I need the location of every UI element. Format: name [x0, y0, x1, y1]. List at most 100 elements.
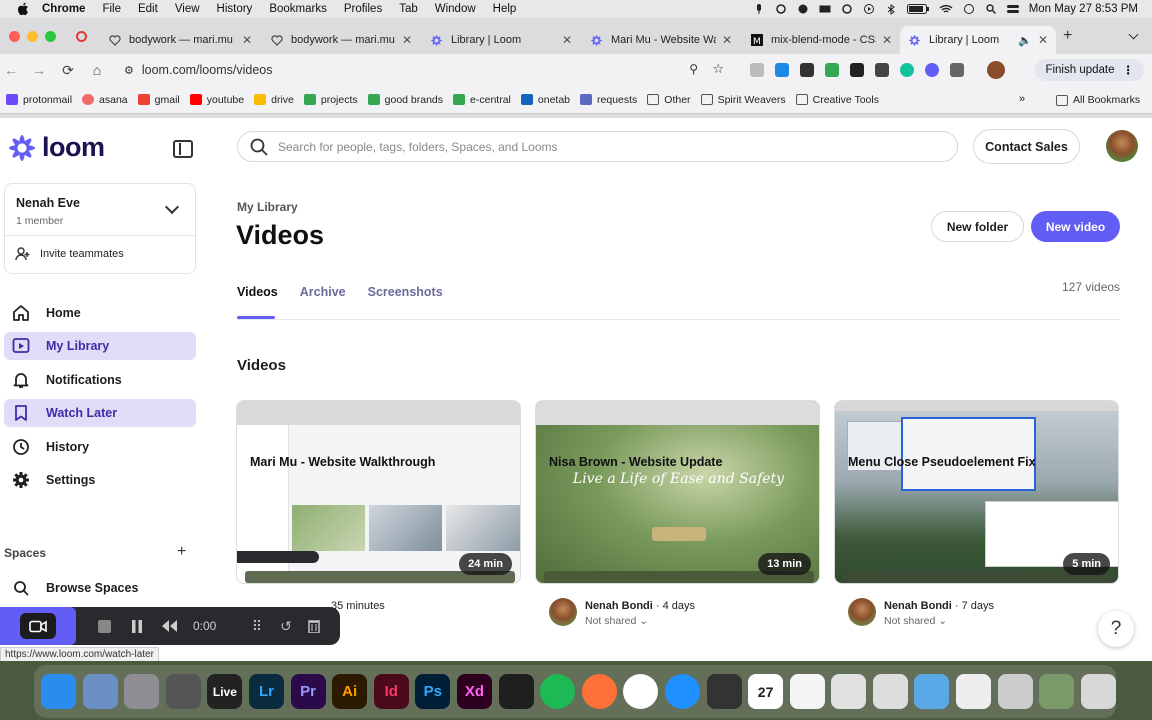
dock-premiere-icon[interactable]: Pr	[290, 674, 326, 709]
new-tab-button[interactable]: +	[1063, 27, 1072, 45]
bookmark-folder-spirit-weavers[interactable]: Spirit Weavers	[700, 94, 786, 106]
dock-indesign-icon[interactable]: Id	[373, 674, 409, 709]
dock-after-effects-icon[interactable]: Xd	[456, 674, 492, 709]
video-title[interactable]: Nisa Brown - Website Update	[549, 455, 722, 469]
site-settings-icon[interactable]: ⚙	[124, 64, 134, 77]
menu-history[interactable]: History	[217, 3, 253, 15]
sheets-extension-icon[interactable]	[825, 63, 839, 77]
bookmarks-overflow-icon[interactable]: »	[1019, 93, 1025, 105]
dock-spotify-icon[interactable]	[540, 674, 576, 709]
bookmark-onetab[interactable]: onetab	[520, 94, 570, 106]
avatar[interactable]	[1106, 130, 1138, 162]
dock-trash-icon[interactable]	[1080, 674, 1116, 709]
dock-finder-icon[interactable]	[41, 674, 76, 709]
dock-utilities-icon[interactable]	[997, 674, 1033, 709]
minimize-window-button[interactable]	[27, 31, 38, 42]
forward-button[interactable]: →	[30, 61, 48, 79]
zoom-window-button[interactable]	[45, 31, 56, 42]
bookmark-folder-creative-tools[interactable]: Creative Tools	[795, 94, 879, 106]
close-window-button[interactable]	[9, 31, 20, 42]
close-tab-icon[interactable]: ✕	[1038, 33, 1048, 47]
menu-window[interactable]: Window	[435, 3, 476, 15]
breadcrumb[interactable]: My Library	[237, 200, 298, 214]
menu-view[interactable]: View	[175, 3, 200, 15]
tab-archive[interactable]: Archive	[300, 285, 346, 299]
new-folder-button[interactable]: New folder	[931, 211, 1024, 242]
dock-screenshot-icon[interactable]	[165, 674, 201, 709]
vimeo-extension-icon[interactable]	[775, 63, 789, 77]
camera-extension-icon[interactable]	[750, 63, 764, 77]
close-tab-icon[interactable]: ✕	[562, 33, 572, 47]
menubar-clock[interactable]: Mon May 27 8:53 PM	[1029, 3, 1138, 15]
video-thumbnail[interactable]: 5 min	[834, 400, 1119, 584]
dock-preview-icon[interactable]	[82, 674, 118, 709]
browser-tab-1[interactable]: bodywork — mari.mu ✕	[100, 26, 260, 54]
loom-logo[interactable]: loom	[7, 132, 105, 163]
play-icon[interactable]	[863, 4, 875, 14]
dock-lightroom-icon[interactable]: Lr	[248, 674, 284, 709]
bookmark-asana[interactable]: asana	[82, 94, 128, 106]
browser-tab-6-active[interactable]: Library | Loom 🔈 ✕	[900, 26, 1056, 54]
help-button[interactable]: ?	[1098, 611, 1134, 647]
bookmark-projects[interactable]: projects	[303, 94, 358, 106]
video-card[interactable]: Live a Life of Ease and Safety 13 min Ne…	[535, 400, 820, 632]
dock-launchpad-icon[interactable]	[831, 674, 867, 709]
bookmark-star-icon[interactable]: ☆	[712, 61, 724, 77]
extension-status-icon[interactable]	[775, 4, 787, 14]
menu-bookmarks[interactable]: Bookmarks	[269, 3, 327, 15]
collapse-sidebar-icon[interactable]	[173, 140, 193, 158]
bookmark-requests[interactable]: requests	[580, 94, 637, 106]
browser-tab-5[interactable]: M mix-blend-mode - CSS ✕	[742, 26, 900, 54]
menu-profiles[interactable]: Profiles	[344, 3, 382, 15]
menu-edit[interactable]: Edit	[138, 3, 158, 15]
apps-grid-icon[interactable]	[800, 63, 814, 77]
browser-tab-2[interactable]: bodywork — mari.mu ✕	[262, 26, 420, 54]
dock-figma-icon[interactable]	[498, 674, 534, 709]
workspace-switcher[interactable]: Nenah Eve 1 member Invite teammates	[4, 183, 196, 274]
cloud-icon[interactable]	[797, 4, 809, 14]
bookmark-protonmail[interactable]: protonmail	[6, 94, 72, 106]
dock-safari-icon[interactable]	[664, 674, 700, 709]
display-icon[interactable]	[819, 4, 831, 14]
tab-search-chevron-icon[interactable]	[1128, 29, 1139, 40]
address-bar[interactable]: ⚙ loom.com/looms/videos ⚲ ☆	[118, 57, 738, 83]
video-title[interactable]: Mari Mu - Website Walkthrough	[250, 455, 435, 469]
invite-teammates-button[interactable]: Invite teammates	[15, 247, 124, 261]
eyedropper-extension-icon[interactable]	[850, 63, 864, 77]
video-thumbnail[interactable]: 24 min	[236, 400, 521, 584]
dock-calendar-icon[interactable]: 27	[748, 674, 784, 709]
tab-videos[interactable]: Videos	[237, 285, 278, 299]
spotlight-search-icon[interactable]	[985, 4, 997, 14]
dock-calculator-icon[interactable]	[706, 674, 742, 709]
add-space-icon[interactable]: +	[177, 543, 186, 561]
browser-tab-4[interactable]: Mari Mu - Website Wal ✕	[582, 26, 740, 54]
back-button[interactable]: ←	[2, 61, 20, 79]
finish-update-button[interactable]: Finish update ⋮	[1035, 59, 1144, 81]
sidebar-item-browse-spaces[interactable]: Browse Spaces	[4, 574, 196, 602]
bookmark-e-central[interactable]: e-central	[453, 94, 511, 106]
sidebar-item-my-library[interactable]: My Library	[4, 332, 196, 360]
loom-extension-icon[interactable]	[925, 63, 939, 77]
video-card[interactable]: 5 min Nenah Bondi · 7 days Not shared ⌄ …	[834, 400, 1119, 632]
grammarly-extension-icon[interactable]	[900, 63, 914, 77]
video-card[interactable]: 24 min 35 minutes Mari Mu - Website Walk…	[236, 400, 521, 632]
home-button[interactable]: ⌂	[88, 61, 106, 79]
sidebar-item-watch-later[interactable]: Watch Later	[4, 399, 196, 427]
dock-photoshop-icon[interactable]: Ps	[415, 674, 451, 709]
menu-file[interactable]: File	[102, 3, 121, 15]
menu-app-name[interactable]: Chrome	[42, 3, 85, 15]
dock-system-settings-icon[interactable]	[124, 674, 160, 709]
zoom-icon[interactable]: ⚲	[689, 62, 698, 76]
reload-button[interactable]: ⟳	[59, 61, 77, 79]
bookmark-good-brands[interactable]: good brands	[367, 94, 443, 106]
dock-textedit-icon[interactable]	[789, 674, 825, 709]
bookmark-folder-other[interactable]: Other	[647, 94, 691, 106]
bookmark-youtube[interactable]: youtube	[189, 94, 244, 106]
sharing-status[interactable]: Not shared ⌄	[884, 615, 947, 627]
camera-toggle-button[interactable]	[20, 613, 56, 639]
sharing-status[interactable]: Not shared ⌄	[585, 615, 648, 627]
menu-help[interactable]: Help	[493, 3, 517, 15]
dock-live-icon[interactable]: Live	[207, 674, 243, 709]
puzzle-extensions-icon[interactable]	[950, 63, 964, 77]
pause-icon[interactable]	[129, 618, 145, 634]
